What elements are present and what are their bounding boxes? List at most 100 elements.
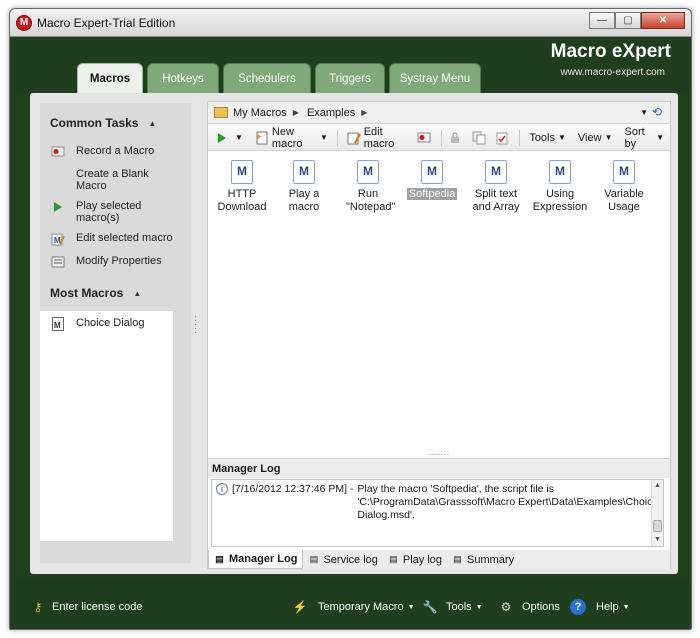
- macro-item-variable-usage[interactable]: M Variable Usage: [592, 160, 656, 214]
- tab-triggers[interactable]: Triggers: [315, 63, 385, 93]
- checklist-icon: [495, 130, 510, 145]
- macro-file-icon: M: [50, 317, 66, 331]
- close-button[interactable]: ✕: [641, 12, 685, 29]
- tab-schedulers[interactable]: Schedulers: [223, 63, 311, 93]
- lock-button[interactable]: [444, 125, 468, 150]
- tab-hotkeys[interactable]: Hotkeys: [147, 63, 219, 93]
- temporary-macro-label: Temporary Macro: [318, 601, 404, 613]
- app-logo-icon[interactable]: M: [16, 15, 32, 31]
- macro-item-split-text-and-array[interactable]: M Split text and Array: [464, 160, 528, 214]
- checklist-button[interactable]: [492, 125, 516, 150]
- modify-properties-task[interactable]: Modify Properties: [40, 251, 191, 274]
- title-bar[interactable]: M Macro Expert-Trial Edition — ▢ ✕: [10, 9, 691, 37]
- chevron-down-icon[interactable]: ▼: [235, 133, 243, 142]
- record-macro-task[interactable]: Record a Macro: [40, 141, 191, 164]
- chevron-down-icon[interactable]: ▼: [558, 133, 566, 142]
- edit-selected-task[interactable]: M Edit selected macro: [40, 228, 191, 251]
- macro-item-run-notepad[interactable]: M Run "Notepad": [336, 160, 400, 214]
- macro-item-label: HTTP Download: [217, 188, 267, 213]
- breadcrumb-examples[interactable]: Examples: [307, 107, 355, 119]
- tab-label: Manager Log: [229, 553, 298, 565]
- most-macros-title: Most Macros: [50, 286, 124, 300]
- temporary-macro-menu[interactable]: ⚡ Temporary Macro ▼: [292, 599, 415, 615]
- macro-item-http-download[interactable]: M HTTP Download: [210, 160, 274, 214]
- macro-item-label: Split text and Array: [472, 188, 520, 213]
- tab-service-log[interactable]: ▤ Service log: [303, 550, 382, 569]
- scroll-thumb[interactable]: [653, 520, 662, 532]
- macro-file-icon: M: [421, 160, 443, 184]
- scroll-down-icon[interactable]: ▼: [652, 534, 663, 546]
- toolbar-divider: [519, 129, 521, 146]
- maximize-button[interactable]: ▢: [615, 12, 641, 29]
- chevron-down-icon[interactable]: ▼: [656, 133, 664, 142]
- list-item-label: Choice Dialog: [76, 317, 145, 329]
- tools-label: Tools: [529, 131, 555, 144]
- lock-icon: [447, 130, 462, 145]
- collapse-caret-icon[interactable]: ▲: [133, 289, 141, 298]
- common-tasks-header[interactable]: Common Tasks ▲: [40, 111, 191, 135]
- edit-icon: M: [50, 232, 66, 246]
- most-macros-list: M Choice Dialog: [40, 311, 173, 541]
- refresh-icon[interactable]: ⟲: [652, 105, 666, 119]
- service-log-icon: ▤: [309, 554, 319, 564]
- new-macro-button[interactable]: ✦ New macro ▼: [249, 125, 334, 150]
- play-log-icon: ▤: [389, 554, 398, 564]
- tools-bottom-menu[interactable]: 🔧 Tools ▼: [422, 599, 483, 615]
- tab-summary[interactable]: ▤ Summary: [447, 550, 519, 569]
- record-button[interactable]: [414, 125, 438, 150]
- toolbar-divider: [336, 129, 338, 146]
- enter-license-link[interactable]: ⚷ Enter license code: [30, 599, 143, 615]
- tab-play-log[interactable]: ▤ Play log: [383, 550, 447, 569]
- log-tabs: ▤ Manager Log ▤ Service log ▤ Play log ▤…: [208, 550, 670, 569]
- sort-by-menu[interactable]: Sort by ▼: [619, 125, 670, 150]
- record-icon: [417, 130, 432, 145]
- brand-url: www.macro-expert.com: [560, 67, 665, 78]
- collapse-caret-icon[interactable]: ▲: [148, 119, 156, 128]
- options-button[interactable]: ⚙ Options: [498, 599, 560, 615]
- macro-item-label: Softpedia: [406, 188, 458, 200]
- macro-item-using-expression[interactable]: M Using Expression: [528, 160, 592, 214]
- summary-icon: ▤: [453, 554, 462, 564]
- breadcrumb-arrow-icon[interactable]: ▶: [361, 108, 367, 117]
- toolbar-divider: [440, 129, 442, 146]
- record-macro-label: Record a Macro: [76, 145, 155, 157]
- macro-file-icon: M: [613, 160, 635, 184]
- create-blank-macro-task[interactable]: Create a Blank Macro: [40, 164, 191, 196]
- address-dropdown-icon[interactable]: ▼: [640, 108, 648, 117]
- macro-item-softpedia[interactable]: M Softpedia: [400, 160, 464, 201]
- macro-item-label: Variable Usage: [604, 188, 644, 213]
- pane-splitter[interactable]: · · · · ·: [194, 312, 197, 338]
- log-scrollbar[interactable]: ▲ ▼: [651, 480, 663, 546]
- tools-menu[interactable]: Tools ▼: [523, 125, 572, 150]
- chevron-down-icon[interactable]: ▼: [605, 133, 613, 142]
- macro-item-play-a-macro[interactable]: M Play a macro: [272, 160, 336, 214]
- macro-file-icon: M: [549, 160, 571, 184]
- minimize-button[interactable]: —: [589, 12, 615, 29]
- list-item[interactable]: M Choice Dialog: [40, 311, 173, 335]
- chevron-down-icon[interactable]: ▼: [476, 604, 483, 611]
- new-macro-icon: ✦: [255, 130, 269, 145]
- chevron-down-icon[interactable]: ▼: [408, 604, 415, 611]
- breadcrumb-my-macros[interactable]: My Macros: [233, 107, 287, 119]
- main-panel: Common Tasks ▲ Record a Macro Create a B…: [30, 93, 678, 574]
- scroll-up-icon[interactable]: ▲: [652, 480, 663, 492]
- play-icon: [50, 200, 66, 214]
- tab-manager-log[interactable]: ▤ Manager Log: [208, 550, 304, 569]
- tab-macros[interactable]: Macros: [77, 63, 143, 93]
- copy-button[interactable]: [468, 125, 492, 150]
- most-macros-header[interactable]: Most Macros ▲: [40, 281, 151, 305]
- help-label: Help: [596, 601, 619, 613]
- breadcrumb-arrow-icon[interactable]: ▶: [293, 108, 299, 117]
- address-bar[interactable]: My Macros ▶ Examples ▶ ▼ ⟲: [208, 102, 670, 124]
- edit-macro-button[interactable]: Edit macro: [341, 125, 414, 150]
- bottom-bar: ⚷ Enter license code ⚡ Temporary Macro ▼…: [10, 579, 691, 629]
- view-menu[interactable]: View ▼: [572, 125, 619, 150]
- play-selected-task[interactable]: Play selected macro(s): [40, 196, 191, 228]
- tab-label: Play log: [402, 553, 443, 566]
- help-menu[interactable]: ? Help ▼: [570, 599, 630, 615]
- options-label: Options: [522, 601, 560, 613]
- chevron-down-icon[interactable]: ▼: [320, 133, 328, 142]
- tab-systray-menu[interactable]: Systray Menu: [389, 63, 481, 93]
- chevron-down-icon[interactable]: ▼: [623, 604, 630, 611]
- play-button[interactable]: ▼: [208, 125, 249, 150]
